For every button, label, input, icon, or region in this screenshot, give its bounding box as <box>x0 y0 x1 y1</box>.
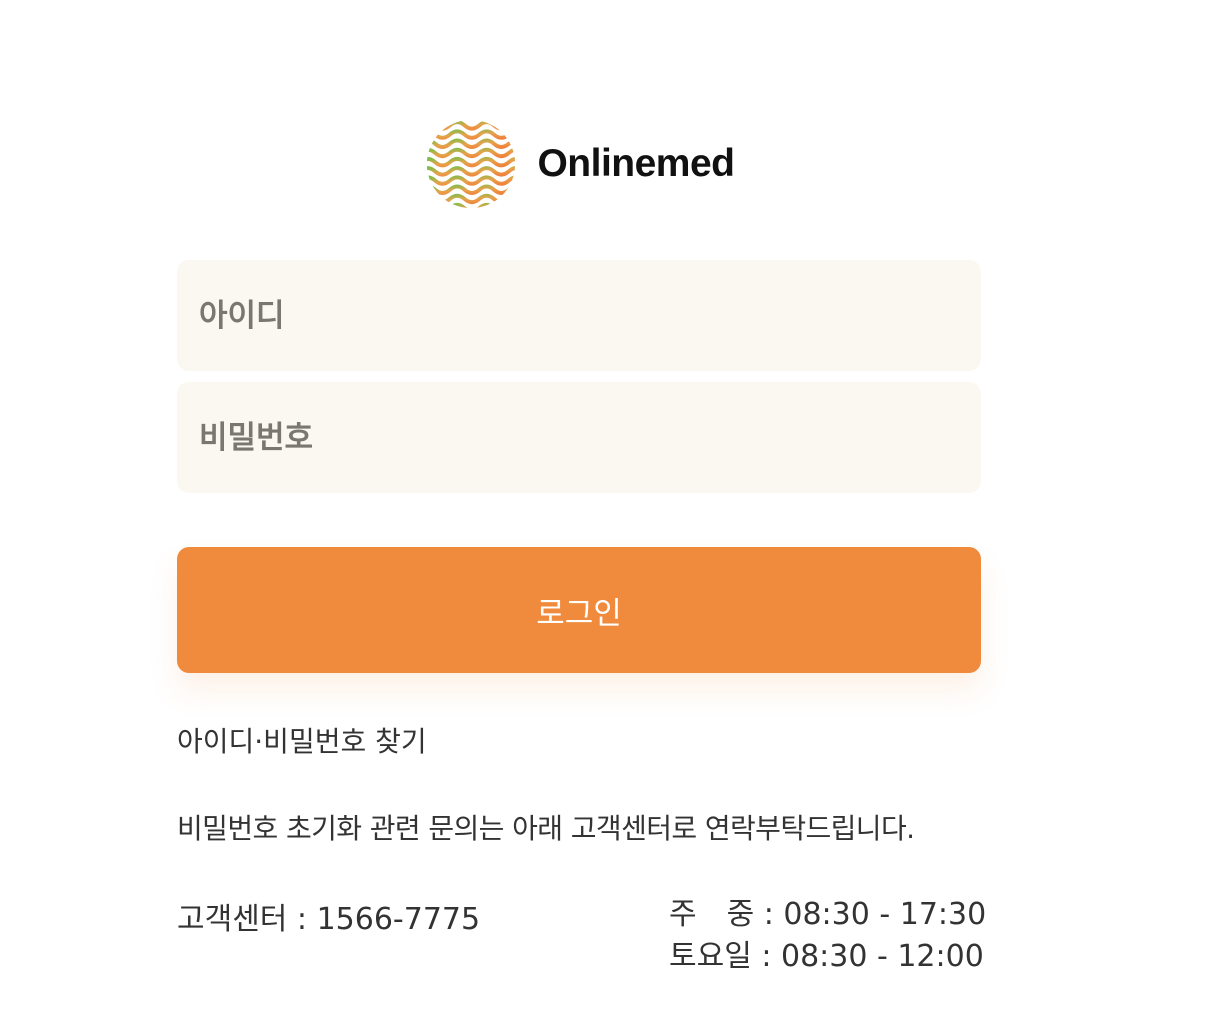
brand-header: Onlinemed <box>0 118 1160 210</box>
password-reset-notice: 비밀번호 초기화 관련 문의는 아래 고객센터로 연락부탁드립니다. <box>177 812 915 845</box>
brand-name: Onlinemed <box>537 142 735 185</box>
weekday-hours: 주 중 : 08:30 - 17:30 <box>669 897 987 932</box>
customer-center-phone: 고객센터 : 1566-7775 <box>177 902 481 937</box>
user-id-input[interactable] <box>177 260 981 371</box>
login-button[interactable]: 로그인 <box>177 547 981 673</box>
password-input[interactable] <box>177 382 981 493</box>
find-id-password-link[interactable]: 아이디·비밀번호 찾기 <box>177 720 427 760</box>
business-hours: 주 중 : 08:30 - 17:30 토요일 : 08:30 - 12:00 <box>669 894 986 978</box>
saturday-hours: 토요일 : 08:30 - 12:00 <box>669 939 984 974</box>
wavy-globe-logo-icon <box>427 120 516 209</box>
